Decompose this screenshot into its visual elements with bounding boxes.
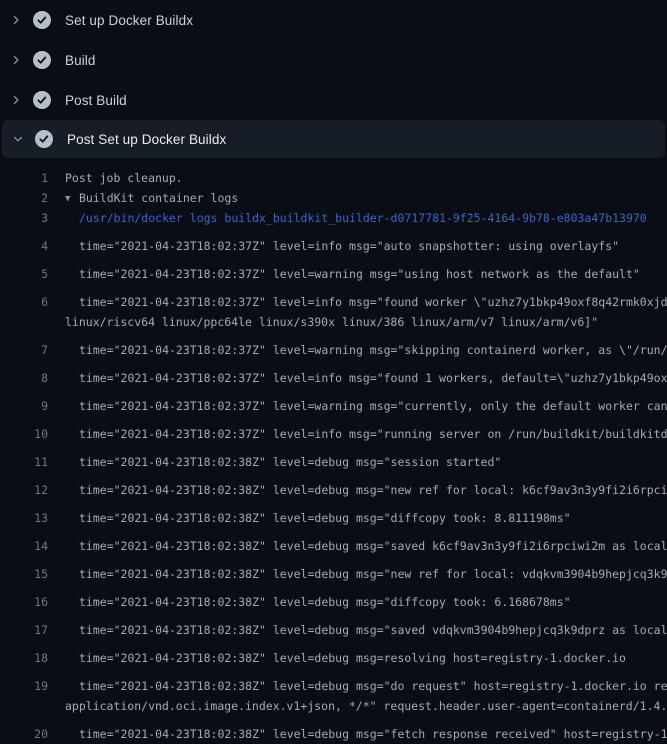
log-line-text: time="2021-04-23T18:02:38Z" level=debug … bbox=[65, 539, 667, 553]
log-line-number[interactable]: 18 bbox=[0, 651, 48, 665]
log-row: 12 time="2021-04-23T18:02:38Z" level=debu… bbox=[0, 472, 667, 500]
log-line-number[interactable]: 15 bbox=[0, 567, 48, 581]
log-line-number[interactable]: 9 bbox=[0, 399, 48, 413]
log-line-number[interactable]: 14 bbox=[0, 539, 48, 553]
log-group-label: BuildKit container logs bbox=[79, 191, 238, 205]
log-row: 8 time="2021-04-23T18:02:37Z" level=info … bbox=[0, 360, 667, 388]
log-command-text: /usr/bin/docker logs buildx_buildkit_bui… bbox=[65, 211, 667, 225]
log-row: 1 Post job cleanup. bbox=[0, 168, 667, 188]
chevron-right-icon bbox=[0, 14, 32, 26]
step-header-post-set-up-docker-buildx[interactable]: Post Set up Docker Buildx bbox=[2, 120, 665, 158]
log-line-text: time="2021-04-23T18:02:38Z" level=debug … bbox=[65, 623, 667, 637]
log-row: 6 time="2021-04-23T18:02:37Z" level=info … bbox=[0, 284, 667, 312]
log-line-text: time="2021-04-23T18:02:38Z" level=debug … bbox=[65, 595, 667, 609]
log-row: 20 time="2021-04-23T18:02:38Z" level=debu… bbox=[0, 716, 667, 744]
log-line-text: application/vnd.oci.image.index.v1+json,… bbox=[65, 699, 667, 713]
log-line-number[interactable]: 2 bbox=[0, 191, 48, 205]
log-row: 14 time="2021-04-23T18:02:38Z" level=debu… bbox=[0, 528, 667, 556]
log-line-text: time="2021-04-23T18:02:37Z" level=warnin… bbox=[65, 267, 667, 281]
log-line-number[interactable]: 16 bbox=[0, 595, 48, 609]
log-row: 3/usr/bin/docker logs buildx_buildkit_bu… bbox=[0, 208, 667, 228]
log-row: linux/riscv64 linux/ppc64le linux/s390x … bbox=[0, 312, 667, 332]
log-row: 7 time="2021-04-23T18:02:37Z" level=warni… bbox=[0, 332, 667, 360]
log-row: application/vnd.oci.image.index.v1+json,… bbox=[0, 696, 667, 716]
step-title: Post Build bbox=[65, 93, 127, 108]
log-row: 19 time="2021-04-23T18:02:38Z" level=debu… bbox=[0, 668, 667, 696]
log-row: 13 time="2021-04-23T18:02:38Z" level=debu… bbox=[0, 500, 667, 528]
log-line-text: time="2021-04-23T18:02:37Z" level=info m… bbox=[65, 427, 667, 441]
check-circle-icon bbox=[32, 10, 52, 30]
log-line-number[interactable]: 11 bbox=[0, 455, 48, 469]
log-row: 17 time="2021-04-23T18:02:38Z" level=debu… bbox=[0, 612, 667, 640]
log-line-number[interactable]: 7 bbox=[0, 343, 48, 357]
log-line-number[interactable]: 5 bbox=[0, 267, 48, 281]
log-line-text[interactable]: ▼ BuildKit container logs bbox=[65, 191, 667, 205]
log-line-text: time="2021-04-23T18:02:38Z" level=debug … bbox=[65, 679, 667, 693]
check-circle-icon bbox=[32, 90, 52, 110]
log-line-number[interactable]: 19 bbox=[0, 679, 48, 693]
log-line-text: time="2021-04-23T18:02:37Z" level=info m… bbox=[65, 371, 667, 385]
log-group-row: 2 ▼ BuildKit container logs bbox=[0, 188, 667, 208]
log-row: 4 time="2021-04-23T18:02:37Z" level=info … bbox=[0, 228, 667, 256]
log-line-text: time="2021-04-23T18:02:37Z" level=warnin… bbox=[65, 399, 667, 413]
step-title: Set up Docker Buildx bbox=[65, 13, 193, 28]
log-line-number[interactable]: 17 bbox=[0, 623, 48, 637]
step-header-post-build[interactable]: Post Build bbox=[0, 80, 667, 120]
step-title: Post Set up Docker Buildx bbox=[67, 132, 226, 147]
step-header-build[interactable]: Build bbox=[0, 40, 667, 80]
log-line-number[interactable]: 4 bbox=[0, 239, 48, 253]
log-line-number[interactable]: 12 bbox=[0, 483, 48, 497]
log-line-number[interactable]: 20 bbox=[0, 727, 48, 741]
chevron-right-icon bbox=[0, 94, 32, 106]
log-line-number[interactable]: 10 bbox=[0, 427, 48, 441]
log-line-text: time="2021-04-23T18:02:38Z" level=debug … bbox=[65, 651, 667, 665]
log-row: 15 time="2021-04-23T18:02:38Z" level=debu… bbox=[0, 556, 667, 584]
log-line-text: linux/riscv64 linux/ppc64le linux/s390x … bbox=[65, 315, 667, 329]
steps-list: Set up Docker Buildx Build Post Build Post … bbox=[0, 0, 667, 158]
log-line-text: time="2021-04-23T18:02:38Z" level=debug … bbox=[65, 455, 667, 469]
chevron-down-icon bbox=[2, 133, 34, 145]
step-title: Build bbox=[65, 53, 96, 68]
log-row: 9 time="2021-04-23T18:02:37Z" level=warni… bbox=[0, 388, 667, 416]
log-row: 10 time="2021-04-23T18:02:37Z" level=info… bbox=[0, 416, 667, 444]
log-row: 11 time="2021-04-23T18:02:38Z" level=debu… bbox=[0, 444, 667, 472]
log-line-text: Post job cleanup. bbox=[65, 171, 667, 185]
log-line-text: time="2021-04-23T18:02:37Z" level=info m… bbox=[65, 239, 667, 253]
log-line-text: time="2021-04-23T18:02:38Z" level=debug … bbox=[65, 727, 667, 741]
log-line-text: time="2021-04-23T18:02:37Z" level=warnin… bbox=[65, 343, 667, 357]
check-circle-icon bbox=[34, 129, 54, 149]
log-viewer: 1 Post job cleanup. 2 ▼ BuildKit container l… bbox=[0, 160, 667, 744]
log-line-number[interactable]: 13 bbox=[0, 511, 48, 525]
log-row: 5 time="2021-04-23T18:02:37Z" level=warni… bbox=[0, 256, 667, 284]
log-line-number[interactable]: 3 bbox=[0, 211, 48, 225]
log-line-text: time="2021-04-23T18:02:37Z" level=info m… bbox=[65, 295, 667, 309]
step-header-set-up-docker-buildx[interactable]: Set up Docker Buildx bbox=[0, 0, 667, 40]
log-row: 18 time="2021-04-23T18:02:38Z" level=debu… bbox=[0, 640, 667, 668]
log-line-text: time="2021-04-23T18:02:38Z" level=debug … bbox=[65, 483, 667, 497]
check-circle-icon bbox=[32, 50, 52, 70]
chevron-right-icon bbox=[0, 54, 32, 66]
log-line-text: time="2021-04-23T18:02:38Z" level=debug … bbox=[65, 511, 667, 525]
triangle-down-icon[interactable]: ▼ bbox=[65, 194, 75, 204]
log-line-number[interactable]: 6 bbox=[0, 295, 48, 309]
log-line-number[interactable]: 8 bbox=[0, 371, 48, 385]
log-row: 16 time="2021-04-23T18:02:38Z" level=debu… bbox=[0, 584, 667, 612]
log-line-number[interactable]: 1 bbox=[0, 171, 48, 185]
log-line-text: time="2021-04-23T18:02:38Z" level=debug … bbox=[65, 567, 667, 581]
